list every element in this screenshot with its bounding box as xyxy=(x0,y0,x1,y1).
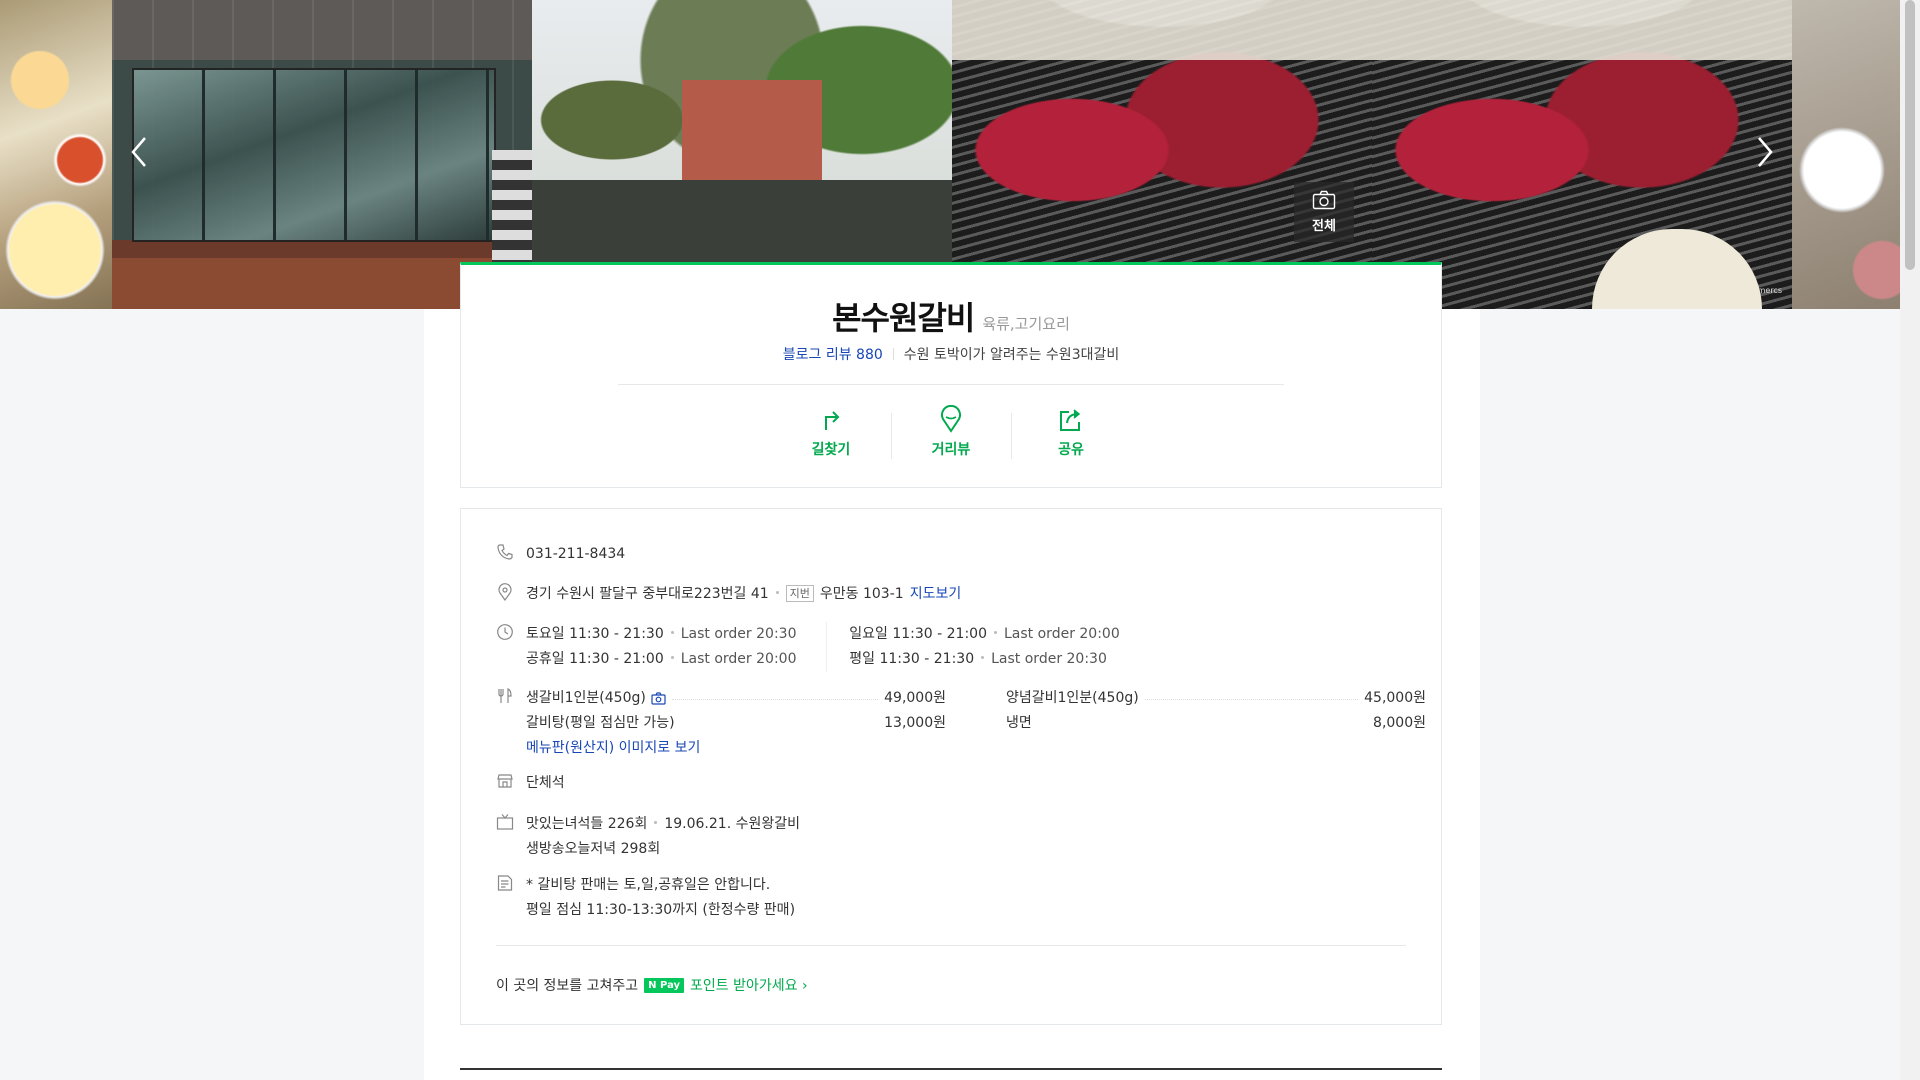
address-row: 경기 수원시 팔달구 중부대로223번길 41 지번 우만동 103-1 지도보기 xyxy=(496,582,1406,607)
road-address: 경기 수원시 팔달구 중부대로223번길 41 xyxy=(526,586,769,602)
directions-icon xyxy=(825,411,840,430)
gallery-photo-food-table[interactable] xyxy=(0,0,112,309)
menu-image-link[interactable]: 메뉴판(원산지) 이미지로 보기 xyxy=(526,736,1438,761)
menu-item: 갈비탕(평일 점심만 가능) 13,000원 xyxy=(526,715,946,731)
location-pin-icon xyxy=(496,582,526,607)
scrollbar-thumb[interactable] xyxy=(1905,0,1915,270)
hours-item: 일요일 11:30 - 21:00 Last order 20:00 xyxy=(826,622,1146,647)
tv-icon xyxy=(496,812,526,862)
phone-number[interactable]: 031-211-8434 xyxy=(526,542,625,567)
directions-button[interactable]: 길찾기 xyxy=(771,405,891,469)
note-line: 평일 점심 11:30-13:30까지 (한정수량 판매) xyxy=(526,902,796,918)
chevron-left-icon xyxy=(131,137,146,167)
menu-item: 냉면 8,000원 xyxy=(1006,715,1426,731)
directions-label: 길찾기 xyxy=(811,442,851,458)
menu-row: 생갈비1인분(450g) 49,000원 양념갈비1인분(450g) 45,00… xyxy=(496,686,1426,761)
photo-camera-icon[interactable] xyxy=(651,692,666,705)
share-icon xyxy=(1060,409,1081,431)
divider xyxy=(496,945,1406,946)
chevron-right-icon: › xyxy=(801,978,808,994)
tv-row: 맛있는녀석들 226회 19.06.21. 수원왕갈비 생방송오늘저녁 298회 xyxy=(496,812,1406,862)
hours-item: 공휴일 11:30 - 21:00 Last order 20:00 xyxy=(526,651,797,667)
share-label: 공유 xyxy=(1058,442,1084,458)
separator xyxy=(892,348,894,360)
place-category: 육류,고기요리 xyxy=(982,315,1070,333)
npay-logo: N Pay xyxy=(644,977,685,993)
camera-icon xyxy=(1312,190,1336,210)
menu-item: 양념갈비1인분(450g) 45,000원 xyxy=(1006,690,1426,706)
note-line: * 갈비탕 판매는 토,일,공휴일은 안합니다. xyxy=(526,877,771,893)
street-view-label: 거리뷰 xyxy=(931,442,971,458)
all-photos-button[interactable]: 전체 xyxy=(1294,182,1354,242)
tv-show: 생방송오늘저녁 298회 xyxy=(526,841,661,857)
place-summary-card: 본수원갈비 육류,고기요리 블로그 리뷰 880 수원 토박이가 알려주는 수원3대… xyxy=(460,262,1442,488)
hours-item: 토요일 11:30 - 21:30 Last order 20:30 xyxy=(526,626,797,642)
facility-text: 단체석 xyxy=(526,775,565,791)
hours-item: 평일 11:30 - 21:30 Last order 20:30 xyxy=(826,647,1146,672)
building-glass-facade xyxy=(132,68,496,242)
place-info-card: 031-211-8434 경기 수원시 팔달구 중부대로223번길 41 지번 우만… xyxy=(460,508,1442,1025)
tv-appearances: 맛있는녀석들 226회 19.06.21. 수원왕갈비 생방송오늘저녁 298회 xyxy=(526,812,800,862)
jibeon-tag: 지번 xyxy=(785,585,814,602)
phone-row: 031-211-8434 xyxy=(496,542,1406,567)
dot-separator xyxy=(775,591,779,594)
gallery-prev-button[interactable] xyxy=(122,132,156,172)
street-view-button[interactable]: 거리뷰 xyxy=(891,405,1011,469)
gallery-next-button[interactable] xyxy=(1748,132,1782,172)
fork-knife-icon xyxy=(496,686,526,761)
tv-show: 맛있는녀석들 226회 xyxy=(526,816,648,832)
section-divider xyxy=(460,1068,1442,1070)
place-slogan: 수원 토박이가 알려주는 수원3대갈비 xyxy=(903,347,1120,363)
notes-row: * 갈비탕 판매는 토,일,공휴일은 안합니다. 평일 점심 11:30-13:… xyxy=(496,873,1406,923)
sub-row: 블로그 리뷰 880 수원 토박이가 알려주는 수원3대갈비 xyxy=(461,344,1441,364)
address-text: 경기 수원시 팔달구 중부대로223번길 41 지번 우만동 103-1 지도보기 xyxy=(526,582,961,607)
title-row: 본수원갈비 육류,고기요리 xyxy=(461,293,1441,339)
edit-info-row: 이 곳의 정보를 고쳐주고 N Pay 포인트 받아가세요 › xyxy=(496,975,808,995)
action-bar: 길찾기 거리뷰 공유 xyxy=(461,405,1441,469)
clock-icon xyxy=(496,622,526,672)
store-icon xyxy=(496,771,526,796)
phone-icon xyxy=(496,542,526,567)
hours-list: 토요일 11:30 - 21:30 Last order 20:30 일요일 11… xyxy=(526,622,1146,672)
divider xyxy=(618,384,1284,385)
street-view-icon xyxy=(941,405,961,433)
all-photos-label: 전체 xyxy=(1312,219,1336,234)
chevron-right-icon xyxy=(1758,137,1773,167)
house-roof xyxy=(682,80,822,180)
gallery-photo-side-dishes[interactable] xyxy=(1792,0,1900,309)
get-points-link[interactable]: 포인트 받아가세요 › xyxy=(690,975,808,995)
document-icon xyxy=(496,873,526,923)
place-name: 본수원갈비 xyxy=(832,299,975,337)
photo-credit: http://blog.naver.com/mercs xyxy=(1668,286,1782,295)
tv-episode: 19.06.21. 수원왕갈비 xyxy=(664,816,800,832)
edit-info-text: 이 곳의 정보를 고쳐주고 xyxy=(496,978,639,994)
share-button[interactable]: 공유 xyxy=(1011,405,1131,469)
hours-row: 토요일 11:30 - 21:30 Last order 20:30 일요일 11… xyxy=(496,622,1406,672)
facility-row: 단체석 xyxy=(496,771,1406,796)
view-map-link[interactable]: 지도보기 xyxy=(910,586,962,602)
menu-list: 생갈비1인분(450g) 49,000원 양념갈비1인분(450g) 45,00… xyxy=(526,686,1438,761)
jibeon-address: 우만동 103-1 xyxy=(819,586,904,602)
menu-item: 생갈비1인분(450g) 49,000원 xyxy=(526,690,946,706)
blog-review-link[interactable]: 블로그 리뷰 880 xyxy=(783,347,883,363)
scrollbar[interactable] xyxy=(1900,0,1920,1080)
notes-text: * 갈비탕 판매는 토,일,공휴일은 안합니다. 평일 점심 11:30-13:… xyxy=(526,873,795,923)
